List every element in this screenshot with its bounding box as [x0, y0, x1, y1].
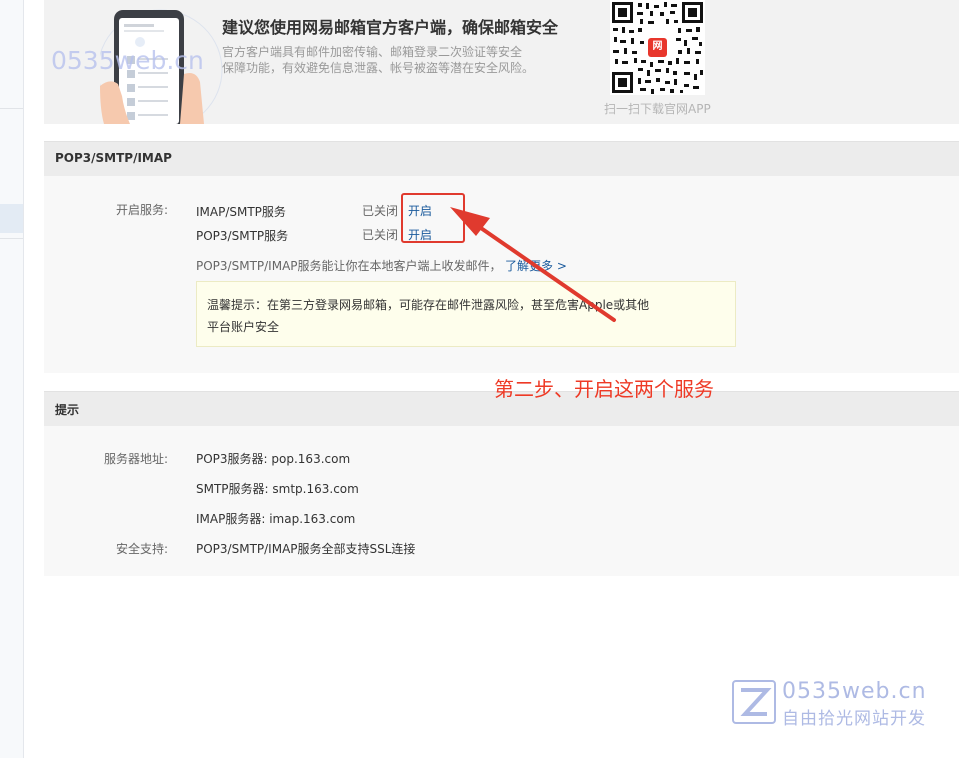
pop-section-header: POP3/SMTP/IMAP — [44, 141, 959, 176]
ssl-support-text: POP3/SMTP/IMAP服务全部支持SSL连接 — [196, 542, 416, 556]
promo-desc-line1: 官方客户端具有邮件加密传输、邮箱登录二次验证等安全 — [222, 45, 523, 59]
watermark-logo-icon — [732, 680, 776, 724]
notice-line2: 平台账户安全 — [207, 320, 280, 334]
sidebar-divider — [0, 238, 23, 239]
highlight-box — [401, 193, 465, 243]
imap-server-value: IMAP服务器: imap.163.com — [196, 512, 356, 526]
pop-section-title: POP3/SMTP/IMAP — [55, 151, 172, 165]
qr-brand-logo: 网 — [652, 41, 663, 52]
pop3-smtp-service-status: 已关闭 — [362, 228, 399, 242]
left-sidebar — [0, 0, 24, 758]
notice-line1: 温馨提示：在第三方登录网易邮箱，可能存在邮件泄露风险，甚至危害Apple或其他 — [207, 298, 650, 312]
tips-section: 提示 服务器地址: POP3服务器: pop.163.com SMTP服务器: … — [44, 391, 959, 576]
promo-description: 官方客户端具有邮件加密传输、邮箱登录二次验证等安全 保障功能，有效避免信息泄露、… — [222, 44, 552, 76]
imap-smtp-service-status: 已关闭 — [362, 204, 399, 218]
app-download-qr-code: 网 — [610, 0, 705, 95]
sidebar-divider — [0, 108, 23, 109]
server-address-label: 服务器地址: — [103, 452, 168, 466]
learn-more-link[interactable]: 了解更多 > — [505, 257, 567, 274]
watermark-domain: 0535web.cn — [782, 679, 927, 704]
sidebar-selected-item[interactable] — [0, 204, 23, 233]
imap-smtp-service-name: IMAP/SMTP服务 — [196, 205, 286, 219]
service-help-text: POP3/SMTP/IMAP服务能让你在本地客户端上收发邮件， — [196, 259, 502, 273]
smtp-server-value: SMTP服务器: smtp.163.com — [196, 482, 359, 496]
watermark-top: 0535web.cn — [51, 46, 204, 75]
tips-section-title: 提示 — [55, 403, 80, 417]
pop3-server-value: POP3服务器: pop.163.com — [196, 452, 351, 466]
pop3-smtp-service-name: POP3/SMTP服务 — [196, 229, 289, 243]
watermark-slogan: 自由拾光网站开发 — [782, 709, 926, 729]
security-support-label: 安全支持: — [115, 542, 168, 556]
promo-title: 建议您使用网易邮箱官方客户端，确保邮箱安全 — [222, 18, 559, 37]
pop-smtp-imap-section: POP3/SMTP/IMAP 开启服务: IMAP/SMTP服务 已关闭 开启 … — [44, 141, 959, 373]
enable-service-label: 开启服务: — [115, 203, 168, 217]
annotation-step-text: 第二步、开启这两个服务 — [494, 377, 714, 401]
promo-desc-line2: 保障功能，有效避免信息泄露、帐号被盗等潜在安全风险。 — [222, 61, 535, 75]
qr-caption: 扫一扫下载官网APP — [604, 102, 711, 116]
security-notice-box: 温馨提示：在第三方登录网易邮箱，可能存在邮件泄露风险，甚至危害Apple或其他 … — [196, 281, 736, 347]
